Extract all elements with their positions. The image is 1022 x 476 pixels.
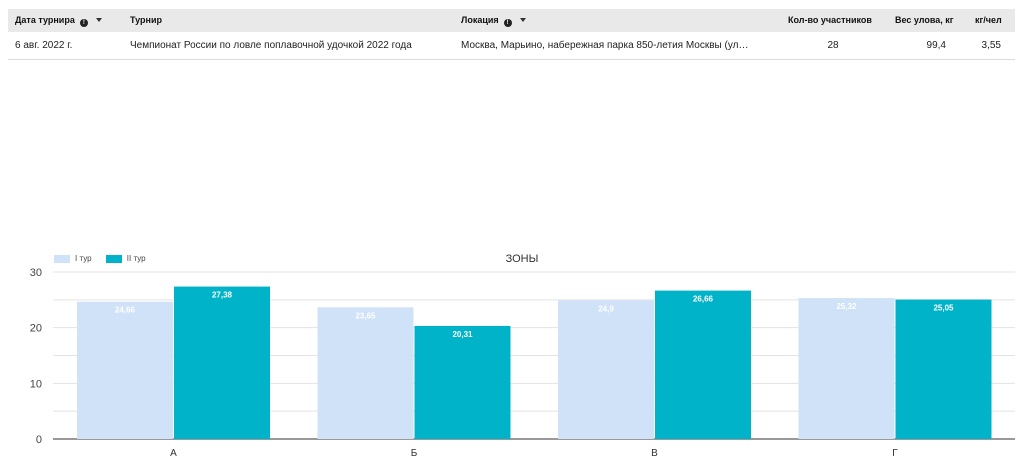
col-header-catch[interactable]: Вес улова, кг <box>895 9 954 32</box>
bar-tour-1[interactable] <box>77 301 173 439</box>
col-header-date[interactable]: Дата турнира! <box>15 9 102 32</box>
chart-plot: 0 10 20 30 24,66 27,38 А 23,65 20,31 Б 24,9 26,66 В 2… <box>30 267 1015 459</box>
bar-tour-2[interactable] <box>895 299 992 439</box>
col-header-label: Турнир <box>130 15 163 25</box>
bar-tour-2[interactable] <box>655 290 751 439</box>
x-tick-label: Г <box>892 448 898 459</box>
col-header-per-person[interactable]: кг/чел <box>975 9 1002 32</box>
info-icon[interactable]: ! <box>79 19 88 27</box>
col-header-location[interactable]: Локация! <box>461 9 526 32</box>
data-label: 20,31 <box>452 330 473 339</box>
data-label: 23,65 <box>355 311 376 320</box>
cell-catch: 99,4 <box>926 40 946 51</box>
bar-tour-1[interactable] <box>317 307 414 439</box>
sort-caret-icon[interactable] <box>519 18 526 22</box>
zones-chart: I тур II тур ЗОНЫ 0 10 20 30 24,66 27,38 А 23,6… <box>0 245 1022 471</box>
col-header-label: кг/чел <box>975 15 1002 25</box>
x-tick-label: А <box>170 448 177 459</box>
chart-title: ЗОНЫ <box>505 253 539 265</box>
x-tick-label: В <box>651 448 658 459</box>
sort-caret-icon[interactable] <box>95 18 102 22</box>
bar-tour-2[interactable] <box>414 325 511 439</box>
y-tick-label: 20 <box>30 323 42 335</box>
col-header-tournament[interactable]: Турнир <box>130 9 162 32</box>
table-row[interactable]: 6 авг. 2022 г. Чемпионат России по ловле… <box>8 32 1015 60</box>
y-tick-label: 0 <box>36 434 42 446</box>
data-label: 24,9 <box>598 304 614 313</box>
col-header-label: Вес улова, кг <box>895 15 954 25</box>
cell-participants: 28 <box>827 40 839 51</box>
col-header-label: Кол-во участников <box>788 15 872 25</box>
data-label: 25,32 <box>836 302 857 311</box>
col-header-label: Локация <box>461 15 499 25</box>
bar-tour-2[interactable] <box>174 286 270 439</box>
cell-date: 6 авг. 2022 г. <box>15 40 73 51</box>
col-header-label: Дата турнира <box>15 15 75 25</box>
data-label: 27,38 <box>212 291 233 300</box>
cell-per-person: 3,55 <box>981 40 1001 51</box>
tournament-table: Дата турнира! Турнир Локация! Кол-во уча… <box>8 9 1015 60</box>
y-tick-label: 10 <box>30 378 42 390</box>
cell-location: Москва, Марьино, набережная парка 850-ле… <box>461 40 749 51</box>
info-icon[interactable]: ! <box>503 19 512 27</box>
bar-tour-1[interactable] <box>798 298 895 439</box>
bar-tour-1[interactable] <box>558 300 654 439</box>
data-label: 24,66 <box>115 306 136 315</box>
col-header-participants[interactable]: Кол-во участников <box>788 9 872 32</box>
y-tick-label: 30 <box>30 267 42 279</box>
data-label: 26,66 <box>693 295 714 304</box>
cell-tournament: Чемпионат России по ловле поплавочной уд… <box>130 40 412 51</box>
table-header: Дата турнира! Турнир Локация! Кол-во уча… <box>8 9 1015 32</box>
x-tick-label: Б <box>411 448 418 459</box>
data-label: 25,05 <box>933 304 954 313</box>
